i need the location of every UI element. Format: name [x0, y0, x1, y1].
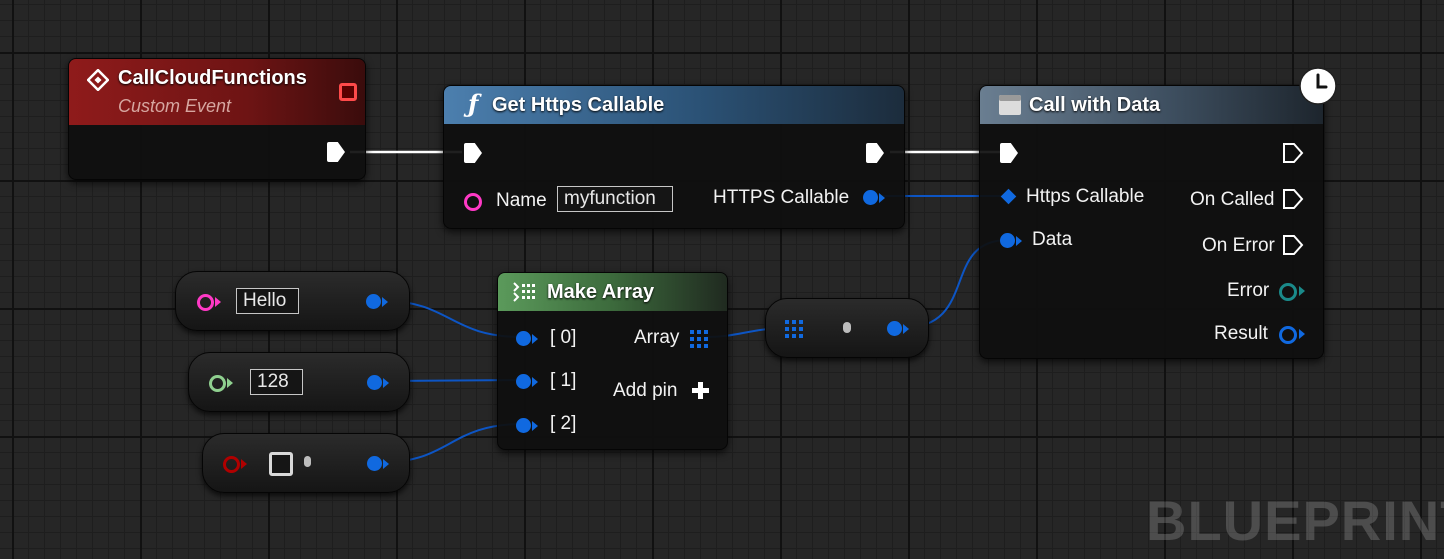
pin-arrow-icon: [383, 459, 389, 469]
pin-arrow-icon: [879, 193, 885, 203]
pin-arrow-icon: [241, 459, 247, 469]
name-string-pin[interactable]: [464, 193, 482, 211]
custom-event-subtitle: Custom Event: [118, 96, 232, 116]
pin-arrow-icon: [1299, 329, 1305, 339]
call-with-data-node[interactable]: Call with Data Https Callable On Called …: [979, 67, 1337, 359]
array-conversion-node[interactable]: [765, 298, 929, 358]
boolean-output-pin[interactable]: [367, 456, 382, 471]
on-error-exec-pin[interactable]: [1282, 234, 1304, 256]
function-icon: ƒ: [468, 89, 479, 118]
clock-icon: [1299, 67, 1337, 105]
conversion-dot-icon: [843, 322, 851, 333]
result-output-label: Result: [1214, 323, 1268, 344]
name-input[interactable]: [557, 186, 673, 212]
make-array-icon: [513, 282, 535, 302]
exec-out-pin[interactable]: [866, 143, 884, 163]
make-array-node[interactable]: Make Array [ 0] [ 1] [ 2] Array Add pin: [497, 272, 728, 450]
https-callable-input-label: Https Callable: [1026, 186, 1145, 207]
input-cursor-icon: [304, 456, 311, 467]
data-input-label: Data: [1032, 229, 1073, 250]
integer-output-pin[interactable]: [367, 375, 382, 390]
array-input-pin[interactable]: [785, 320, 803, 338]
pin-arrow-icon: [532, 377, 538, 387]
event-diamond-icon: [87, 69, 109, 91]
result-output-pin[interactable]: [1279, 326, 1297, 344]
pin-arrow-icon: [1016, 236, 1022, 246]
integer-pin-icon: [209, 375, 226, 392]
async-node-icon: [999, 95, 1021, 115]
array-input-1-pin[interactable]: [516, 374, 531, 389]
integer-value-input[interactable]: [250, 369, 303, 395]
pin-arrow-icon: [383, 378, 389, 388]
exec-out-hollow-pin[interactable]: [1282, 142, 1304, 164]
pin-arrow-icon: [215, 297, 221, 307]
https-callable-output-label: HTTPS Callable: [713, 187, 850, 208]
data-input-pin[interactable]: [1000, 233, 1015, 248]
boolean-checkbox[interactable]: [269, 452, 293, 476]
add-pin-plus-icon[interactable]: [692, 382, 709, 399]
add-pin-label[interactable]: Add pin: [613, 380, 677, 402]
exec-in-pin[interactable]: [1000, 143, 1018, 163]
string-pin-icon: [197, 294, 214, 311]
blueprint-watermark: BLUEPRINT: [1146, 489, 1444, 552]
conversion-output-pin[interactable]: [887, 321, 902, 336]
exec-in-pin[interactable]: [464, 143, 482, 163]
integer-literal-node[interactable]: [188, 352, 410, 412]
make-array-title: Make Array: [547, 281, 655, 303]
custom-event-node[interactable]: CallCloudFunctions Custom Event: [68, 58, 366, 180]
array-input-0-pin[interactable]: [516, 331, 531, 346]
call-with-data-title: Call with Data: [1029, 94, 1161, 116]
error-output-label: Error: [1227, 280, 1270, 301]
array-input-2-pin[interactable]: [516, 418, 531, 433]
string-value-input[interactable]: [236, 288, 299, 314]
pin-arrow-icon: [227, 378, 233, 388]
pin-arrow-icon: [532, 334, 538, 344]
delegate-pin-icon[interactable]: [339, 83, 357, 101]
array-output-label: Array: [634, 327, 680, 348]
pin-arrow-icon: [532, 421, 538, 431]
exec-out-pin[interactable]: [327, 142, 345, 162]
array-input-2-label: [ 2]: [550, 413, 577, 434]
error-output-pin[interactable]: [1279, 283, 1297, 301]
custom-event-title: CallCloudFunctions: [118, 67, 307, 89]
name-pin-label: Name: [496, 190, 547, 211]
https-callable-input-pin[interactable]: [1000, 188, 1017, 205]
on-error-label: On Error: [1202, 235, 1275, 256]
pin-arrow-icon: [1299, 286, 1305, 296]
boolean-literal-node[interactable]: [202, 433, 410, 493]
get-https-callable-title: Get Https Callable: [492, 94, 665, 116]
array-input-0-label: [ 0]: [550, 327, 577, 348]
boolean-pin-icon: [223, 456, 240, 473]
get-https-callable-node[interactable]: ƒ Get Https Callable Name HTTPS Callable: [443, 85, 905, 229]
array-output-pin[interactable]: [690, 330, 708, 348]
on-called-exec-pin[interactable]: [1282, 188, 1304, 210]
string-output-pin[interactable]: [366, 294, 381, 309]
pin-arrow-icon: [903, 324, 909, 334]
on-called-label: On Called: [1190, 189, 1275, 210]
array-input-1-label: [ 1]: [550, 370, 577, 391]
string-literal-node[interactable]: [175, 271, 410, 331]
https-callable-output-pin[interactable]: [863, 190, 878, 205]
pin-arrow-icon: [382, 297, 388, 307]
